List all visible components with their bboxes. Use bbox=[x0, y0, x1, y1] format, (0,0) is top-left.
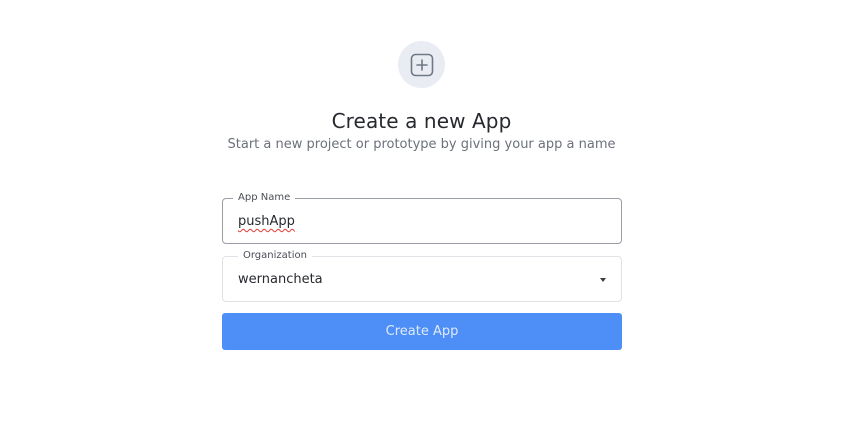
create-app-page: Create a new App Start a new project or … bbox=[0, 0, 850, 436]
organization-value: wernancheta bbox=[238, 272, 323, 287]
create-app-button[interactable]: Create App bbox=[222, 313, 622, 350]
app-name-label: App Name bbox=[233, 191, 296, 205]
organization-label: Organization bbox=[238, 249, 312, 263]
plus-square-icon bbox=[410, 53, 433, 76]
app-name-field[interactable]: App Name pushApp bbox=[222, 191, 622, 244]
app-icon-badge bbox=[398, 41, 445, 88]
organization-select[interactable]: Organization wernancheta bbox=[222, 249, 622, 302]
page-title: Create a new App bbox=[331, 109, 512, 133]
app-name-input[interactable]: pushApp bbox=[238, 213, 295, 230]
caret-down-icon[interactable] bbox=[600, 278, 606, 282]
page-subtitle: Start a new project or prototype by givi… bbox=[227, 137, 616, 152]
